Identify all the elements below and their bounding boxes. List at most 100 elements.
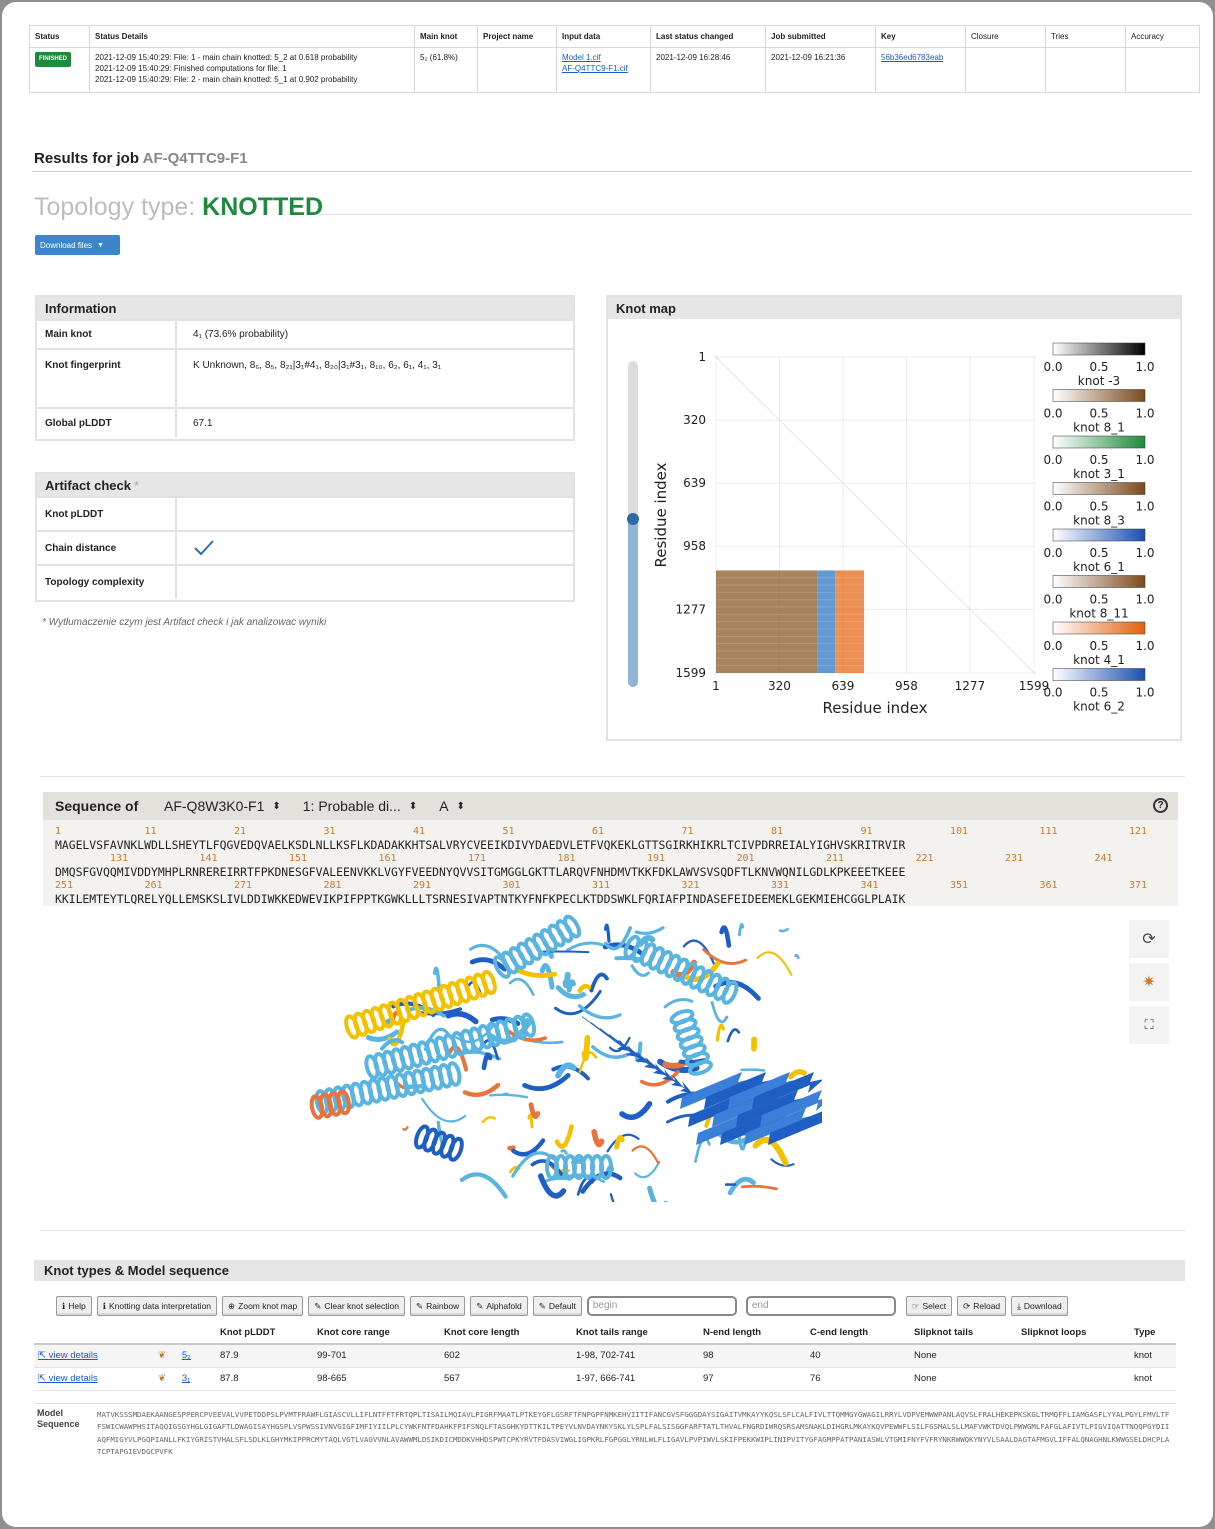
sequence-position-number: 41 [413,826,426,837]
x-tick-label: 1 [712,679,720,693]
sequence-position-number: 251 [55,880,74,891]
fullscreen-icon[interactable]: ⛶ [1129,1006,1169,1044]
ribbon-segment [542,950,590,954]
artifact-row: Chain distance [37,530,573,564]
col-slipknot-loops: Slipknot loops [1017,1322,1130,1345]
sequence-position-number: 31 [323,826,336,837]
knot-type-link[interactable]: 5₂ [182,1350,191,1361]
reset-view-icon[interactable]: ⟳ [1129,920,1169,958]
table-row: ⇱ view details ❦ 5₂ 87.9 99-701 602 1-98… [34,1344,1176,1368]
sequence-position-number: 111 [1039,826,1058,837]
slipknot-tails-cell: None [910,1344,1017,1368]
select-arrows-icon: ⬍ [456,800,465,812]
download-files-label: Download files [40,240,93,250]
sequence-panel[interactable]: 1 11 21 31 41 51 61 71 81 91 101 111 121 MAGELVSFAVNK… [43,820,1178,906]
results-title: Results for job AF-Q4TTC9-F1 [34,150,248,167]
col-accuracy: Accuracy [1125,25,1200,48]
n-end-cell: 98 [699,1344,806,1368]
colorbars-legend: 0.0 0.5 1.0 knot -3 0.0 0.5 1.0 knot 8_1 0.0 0.5 1… [1043,342,1155,714]
sequence-position-number: 341 [860,880,879,891]
y-tick-label: 639 [683,476,706,490]
select-button[interactable]: ☞ Select [905,1296,953,1316]
colorbar [1052,342,1146,356]
colorbar-tick: 0.5 [1089,593,1108,607]
download-icon: ⤓ [1017,1300,1021,1311]
begin-input[interactable]: begin [586,1296,737,1316]
view-details-link[interactable]: ⇱ view details [38,1350,98,1361]
project-name-cell [477,47,557,93]
sequence-line[interactable]: MAGELVSFAVNKLWDLLSHEYTLFQGVEDQVAELKSDLNL… [55,838,905,852]
interpretation-button[interactable]: ℹ Knotting data interpretation [96,1296,218,1316]
brush-icon: ✎ [416,1300,424,1311]
colorbar-tick: 1.0 [1135,360,1154,374]
knot-map-panel: Knot map 1 320 639 958 1277 1599 1 320 639 958 12… [606,295,1182,741]
ribbon-segment [794,953,800,960]
col-input-data: Input data [556,25,651,48]
molecule-3d-viewer[interactable] [302,907,822,1202]
status-details-cell: 2021-12-09 15:40:29: File: 1 - main chai… [89,47,415,93]
sequence-position-number: 221 [915,853,934,864]
zoom-slider-handle[interactable] [627,513,639,525]
info-key: Global pLDDT [37,409,177,437]
y-tick-label: 1277 [675,602,706,616]
rainbow-button[interactable]: ✎ Rainbow [410,1296,466,1316]
ribbon-segment [527,1113,534,1129]
info-key: Knot fingerprint [37,350,177,407]
caret-down-icon: ▼ [97,241,104,249]
info-plddt-value: 67.1 [193,417,213,429]
sequence-position-number: 231 [1005,853,1024,864]
sequence-position-number: 201 [736,853,755,864]
settings-icon[interactable]: ✷ [1129,963,1169,1001]
ribbon-segment [565,941,604,952]
divider [40,1230,1185,1231]
colorbar-tick: 0.5 [1089,546,1108,560]
knot-type-link[interactable]: 3₁ [182,1373,191,1384]
ribbon-segment [619,1101,653,1120]
colorbar-tick: 1.0 [1135,686,1154,700]
information-title: Information [37,297,573,319]
help-icon[interactable]: ? [1153,798,1168,813]
chain-desc-select[interactable]: 1: Probable di... ⬍ [303,798,417,814]
sequence-position-number: 261 [144,880,163,891]
tails-range-cell: 1-97, 666-741 [572,1367,699,1391]
pointer-icon: ☞ [911,1300,920,1311]
colorbar-label: knot 6_1 [1073,560,1125,574]
ribbon-segment [402,1126,409,1131]
colorbar-tick: 0.0 [1043,686,1062,700]
closure-cell [965,47,1046,93]
default-button[interactable]: ✎ Default [532,1296,582,1316]
artifact-topology-value [177,566,573,598]
view-details-link[interactable]: ⇱ view details [38,1373,98,1384]
entry-select[interactable]: AF-Q8W3K0-F1 ⬍ [164,798,281,814]
sequence-line[interactable]: DMQSFGVQQMIVDDYMHPLRNREREIRRTFPKDNESGFVA… [55,865,905,879]
input-file-link[interactable]: AF-Q4TTC9-F1.cif [562,64,628,73]
reload-button[interactable]: ⟳ Reload [957,1296,1007,1316]
knot-plddt-cell: 87.8 [216,1367,313,1391]
brush-icon: ✎ [476,1300,484,1311]
artifact-note: * Wytłumaczenie czym jest Artifact check… [42,617,327,628]
sequence-position-number: 171 [468,853,487,864]
download-files-button[interactable]: Download files ▼ [35,235,120,255]
colorbar-tick: 0.5 [1089,407,1108,421]
artifact-row: Topology complexity [37,564,573,598]
colorbar-tick: 1.0 [1135,593,1154,607]
slipknot-loops-cell [1017,1367,1130,1391]
alphafold-button[interactable]: ✎ Alphafold [470,1296,528,1316]
status-detail-line: 2021-12-09 15:40:29: Finished computatio… [95,64,287,73]
col-status: Status [29,25,90,48]
knot-regions[interactable] [716,569,865,673]
colorbar [1052,621,1146,635]
ribbon-segment [459,1172,508,1199]
input-file-link[interactable]: Model 1.cif [562,53,601,62]
zoom-knot-map-button[interactable]: ⊕ Zoom knot map [222,1296,304,1316]
job-key-link[interactable]: 56b36ed6783eab [881,53,943,62]
sequence-line[interactable]: KKILEMTEYTLQRELYQLLEMSKSLIVLDDIWKKEDWEVI… [55,892,905,906]
download-button[interactable]: ⤓ Download [1011,1296,1068,1316]
end-input[interactable]: end [745,1296,896,1316]
sequence-position-number: 371 [1129,880,1148,891]
colorbar-label: knot 8_1 [1073,421,1125,435]
divider [40,776,1185,777]
clear-selection-button[interactable]: ✎ Clear knot selection [308,1296,405,1316]
help-button[interactable]: ℹ Help [56,1296,92,1316]
chain-select[interactable]: A ⬍ [439,798,465,814]
